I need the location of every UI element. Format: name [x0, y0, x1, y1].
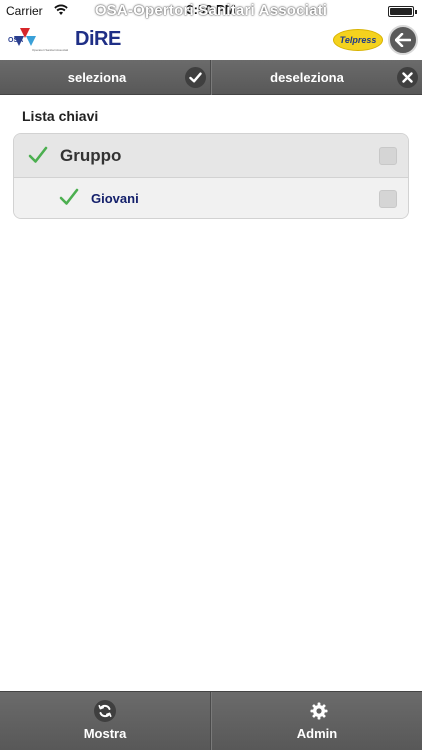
- checkbox[interactable]: [379, 190, 397, 208]
- checkmark-icon: [59, 188, 79, 205]
- tab-admin-label: Admin: [296, 726, 338, 741]
- dire-logo: DiRE: [75, 28, 121, 50]
- osa-logo-subtitle: Operatori Sanitari Associati: [32, 48, 69, 52]
- tab-mostra[interactable]: Mostra: [0, 692, 211, 750]
- select-all-button[interactable]: seleziona: [0, 60, 211, 95]
- checkmark-icon: [28, 146, 48, 163]
- telpress-logo-text: Telpress: [339, 35, 377, 45]
- close-circle-icon: [397, 67, 418, 88]
- select-all-label: seleziona: [67, 70, 127, 85]
- telpress-logo: Telpress: [333, 29, 383, 51]
- list-item-label: Gruppo: [60, 146, 122, 165]
- app-title: OSA-Opertori Sanitari Associati: [94, 2, 328, 19]
- deselect-all-label: deseleziona: [270, 70, 344, 85]
- deselect-all-button[interactable]: deseleziona: [211, 60, 422, 95]
- header: OSA Operatori Sanitari Associati DiRE Te…: [0, 22, 422, 60]
- section-title: Lista chiavi: [22, 108, 99, 124]
- selection-toolbar: seleziona deseleziona: [0, 60, 422, 95]
- bottom-tabbar: Mostra Admin: [0, 691, 422, 750]
- list-item-group[interactable]: Gruppo: [14, 134, 408, 178]
- checkbox[interactable]: [379, 147, 397, 165]
- status-bar: Carrier 3:50 PM OSA-Opertori Sanitari As…: [0, 0, 422, 22]
- osa-logo-text: OSA: [8, 37, 24, 44]
- refresh-icon: [94, 700, 116, 722]
- list-item-label: Giovani: [91, 191, 139, 206]
- tab-admin[interactable]: Admin: [211, 692, 422, 750]
- arrow-left-icon: [395, 33, 411, 47]
- tab-mostra-label: Mostra: [83, 726, 127, 741]
- keys-list: Gruppo Giovani: [13, 133, 409, 219]
- back-button[interactable]: [388, 25, 418, 55]
- gear-icon: [308, 700, 330, 722]
- osa-logo: OSA Operatori Sanitari Associati: [8, 26, 70, 56]
- list-item-child[interactable]: Giovani: [14, 178, 408, 218]
